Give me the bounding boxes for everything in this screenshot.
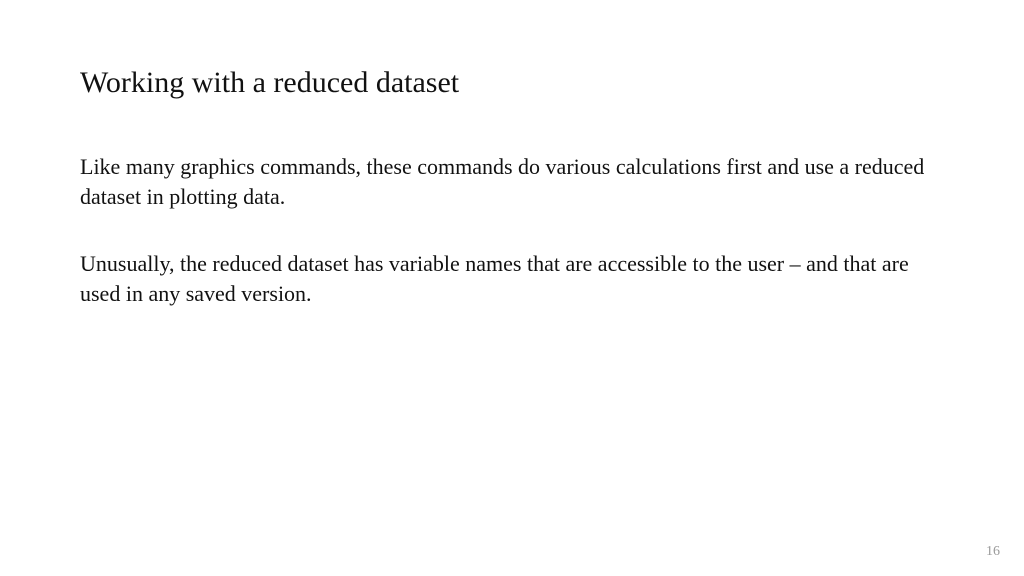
slide-paragraph-2: Unusually, the reduced dataset has varia…: [80, 249, 940, 308]
slide-paragraph-1: Like many graphics commands, these comma…: [80, 152, 940, 211]
page-number: 16: [986, 544, 1000, 560]
slide-title: Working with a reduced dataset: [80, 66, 944, 100]
slide-container: Working with a reduced dataset Like many…: [0, 0, 1024, 576]
